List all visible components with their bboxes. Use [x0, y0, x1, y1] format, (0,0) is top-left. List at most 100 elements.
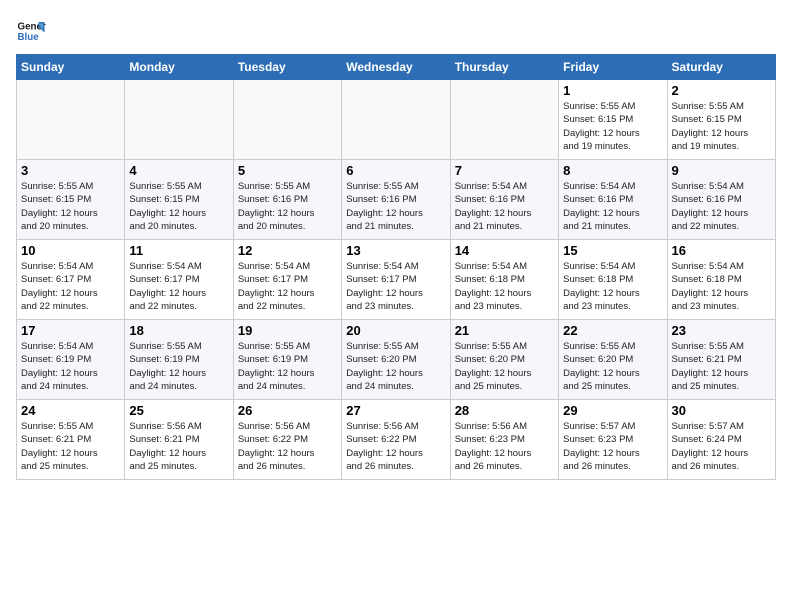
- day-detail: Sunrise: 5:55 AM Sunset: 6:20 PM Dayligh…: [346, 340, 445, 393]
- calendar-cell: 19 Sunrise: 5:55 AM Sunset: 6:19 PM Dayli…: [233, 320, 341, 400]
- calendar-week-row: 10 Sunrise: 5:54 AM Sunset: 6:17 PM Dayli…: [17, 240, 776, 320]
- calendar-cell: 8 Sunrise: 5:54 AM Sunset: 6:16 PM Daylig…: [559, 160, 667, 240]
- calendar-cell: 14Sunrise: 5:54 AM Sunset: 6:18 PM Dayli…: [450, 240, 558, 320]
- day-number: 13: [346, 243, 445, 258]
- day-number: 18: [129, 323, 228, 338]
- calendar-table: SundayMondayTuesdayWednesdayThursdayFrid…: [16, 54, 776, 480]
- day-number: 9: [672, 163, 771, 178]
- day-detail: Sunrise: 5:55 AM Sunset: 6:16 PM Dayligh…: [346, 180, 445, 233]
- day-number: 2: [672, 83, 771, 98]
- calendar-cell: 4 Sunrise: 5:55 AM Sunset: 6:15 PM Daylig…: [125, 160, 233, 240]
- calendar-cell: 23 Sunrise: 5:55 AM Sunset: 6:21 PM Dayli…: [667, 320, 775, 400]
- day-number: 5: [238, 163, 337, 178]
- calendar-cell: 22 Sunrise: 5:55 AM Sunset: 6:20 PM Dayli…: [559, 320, 667, 400]
- day-number: 21: [455, 323, 554, 338]
- day-number: 3: [21, 163, 120, 178]
- day-detail: Sunrise: 5:55 AM Sunset: 6:19 PM Dayligh…: [129, 340, 228, 393]
- day-detail: Sunrise: 5:57 AM Sunset: 6:24 PM Dayligh…: [672, 420, 771, 473]
- day-number: 14: [455, 243, 554, 258]
- day-number: 15: [563, 243, 662, 258]
- day-detail: Sunrise: 5:54 AM Sunset: 6:18 PM Dayligh…: [672, 260, 771, 313]
- calendar-cell: [342, 80, 450, 160]
- day-detail: Sunrise: 5:54 AM Sunset: 6:17 PM Dayligh…: [238, 260, 337, 313]
- calendar-cell: [17, 80, 125, 160]
- page-header: General Blue: [16, 16, 776, 46]
- day-number: 10: [21, 243, 120, 258]
- day-number: 16: [672, 243, 771, 258]
- day-number: 28: [455, 403, 554, 418]
- day-detail: Sunrise: 5:55 AM Sunset: 6:15 PM Dayligh…: [672, 100, 771, 153]
- day-detail: Sunrise: 5:54 AM Sunset: 6:16 PM Dayligh…: [455, 180, 554, 233]
- calendar-week-row: 17Sunrise: 5:54 AM Sunset: 6:19 PM Dayli…: [17, 320, 776, 400]
- calendar-header-row: SundayMondayTuesdayWednesdayThursdayFrid…: [17, 55, 776, 80]
- day-detail: Sunrise: 5:54 AM Sunset: 6:17 PM Dayligh…: [21, 260, 120, 313]
- calendar-week-row: 1 Sunrise: 5:55 AM Sunset: 6:15 PM Daylig…: [17, 80, 776, 160]
- calendar-cell: 27 Sunrise: 5:56 AM Sunset: 6:22 PM Dayli…: [342, 400, 450, 480]
- calendar-week-row: 24 Sunrise: 5:55 AM Sunset: 6:21 PM Dayli…: [17, 400, 776, 480]
- day-number: 24: [21, 403, 120, 418]
- calendar-cell: 15 Sunrise: 5:54 AM Sunset: 6:18 PM Dayli…: [559, 240, 667, 320]
- day-number: 27: [346, 403, 445, 418]
- day-detail: Sunrise: 5:54 AM Sunset: 6:17 PM Dayligh…: [346, 260, 445, 313]
- day-detail: Sunrise: 5:55 AM Sunset: 6:19 PM Dayligh…: [238, 340, 337, 393]
- day-number: 22: [563, 323, 662, 338]
- calendar-cell: 30 Sunrise: 5:57 AM Sunset: 6:24 PM Dayli…: [667, 400, 775, 480]
- calendar-cell: 9Sunrise: 5:54 AM Sunset: 6:16 PM Daylig…: [667, 160, 775, 240]
- svg-text:Blue: Blue: [18, 32, 40, 43]
- day-detail: Sunrise: 5:55 AM Sunset: 6:16 PM Dayligh…: [238, 180, 337, 233]
- day-number: 23: [672, 323, 771, 338]
- day-number: 12: [238, 243, 337, 258]
- calendar-cell: 2 Sunrise: 5:55 AM Sunset: 6:15 PM Daylig…: [667, 80, 775, 160]
- day-detail: Sunrise: 5:56 AM Sunset: 6:22 PM Dayligh…: [238, 420, 337, 473]
- calendar-cell: 7 Sunrise: 5:54 AM Sunset: 6:16 PM Daylig…: [450, 160, 558, 240]
- day-detail: Sunrise: 5:57 AM Sunset: 6:23 PM Dayligh…: [563, 420, 662, 473]
- calendar-cell: 21Sunrise: 5:55 AM Sunset: 6:20 PM Dayli…: [450, 320, 558, 400]
- day-detail: Sunrise: 5:54 AM Sunset: 6:17 PM Dayligh…: [129, 260, 228, 313]
- day-detail: Sunrise: 5:54 AM Sunset: 6:16 PM Dayligh…: [563, 180, 662, 233]
- day-number: 4: [129, 163, 228, 178]
- day-detail: Sunrise: 5:55 AM Sunset: 6:21 PM Dayligh…: [21, 420, 120, 473]
- day-detail: Sunrise: 5:54 AM Sunset: 6:18 PM Dayligh…: [563, 260, 662, 313]
- calendar-cell: 17Sunrise: 5:54 AM Sunset: 6:19 PM Dayli…: [17, 320, 125, 400]
- day-detail: Sunrise: 5:56 AM Sunset: 6:23 PM Dayligh…: [455, 420, 554, 473]
- day-detail: Sunrise: 5:55 AM Sunset: 6:15 PM Dayligh…: [563, 100, 662, 153]
- calendar-cell: 12 Sunrise: 5:54 AM Sunset: 6:17 PM Dayli…: [233, 240, 341, 320]
- day-detail: Sunrise: 5:56 AM Sunset: 6:21 PM Dayligh…: [129, 420, 228, 473]
- calendar-cell: 20Sunrise: 5:55 AM Sunset: 6:20 PM Dayli…: [342, 320, 450, 400]
- calendar-cell: 18 Sunrise: 5:55 AM Sunset: 6:19 PM Dayli…: [125, 320, 233, 400]
- day-detail: Sunrise: 5:56 AM Sunset: 6:22 PM Dayligh…: [346, 420, 445, 473]
- column-header-saturday: Saturday: [667, 55, 775, 80]
- day-number: 6: [346, 163, 445, 178]
- calendar-cell: 29 Sunrise: 5:57 AM Sunset: 6:23 PM Dayli…: [559, 400, 667, 480]
- calendar-cell: 1 Sunrise: 5:55 AM Sunset: 6:15 PM Daylig…: [559, 80, 667, 160]
- logo: General Blue: [16, 16, 46, 46]
- column-header-friday: Friday: [559, 55, 667, 80]
- calendar-cell: [233, 80, 341, 160]
- day-number: 19: [238, 323, 337, 338]
- column-header-sunday: Sunday: [17, 55, 125, 80]
- calendar-cell: [450, 80, 558, 160]
- day-number: 30: [672, 403, 771, 418]
- day-detail: Sunrise: 5:55 AM Sunset: 6:21 PM Dayligh…: [672, 340, 771, 393]
- calendar-cell: 16 Sunrise: 5:54 AM Sunset: 6:18 PM Dayli…: [667, 240, 775, 320]
- calendar-week-row: 3 Sunrise: 5:55 AM Sunset: 6:15 PM Daylig…: [17, 160, 776, 240]
- calendar-cell: 25 Sunrise: 5:56 AM Sunset: 6:21 PM Dayli…: [125, 400, 233, 480]
- calendar-cell: 24 Sunrise: 5:55 AM Sunset: 6:21 PM Dayli…: [17, 400, 125, 480]
- day-detail: Sunrise: 5:55 AM Sunset: 6:15 PM Dayligh…: [129, 180, 228, 233]
- day-number: 11: [129, 243, 228, 258]
- calendar-cell: 28 Sunrise: 5:56 AM Sunset: 6:23 PM Dayli…: [450, 400, 558, 480]
- day-detail: Sunrise: 5:55 AM Sunset: 6:20 PM Dayligh…: [563, 340, 662, 393]
- column-header-monday: Monday: [125, 55, 233, 80]
- day-number: 25: [129, 403, 228, 418]
- calendar-cell: 26 Sunrise: 5:56 AM Sunset: 6:22 PM Dayli…: [233, 400, 341, 480]
- day-number: 29: [563, 403, 662, 418]
- day-number: 26: [238, 403, 337, 418]
- logo-icon: General Blue: [16, 16, 46, 46]
- day-number: 7: [455, 163, 554, 178]
- day-number: 1: [563, 83, 662, 98]
- calendar-cell: 3Sunrise: 5:55 AM Sunset: 6:15 PM Daylig…: [17, 160, 125, 240]
- column-header-tuesday: Tuesday: [233, 55, 341, 80]
- column-header-wednesday: Wednesday: [342, 55, 450, 80]
- day-number: 8: [563, 163, 662, 178]
- calendar-cell: 13 Sunrise: 5:54 AM Sunset: 6:17 PM Dayli…: [342, 240, 450, 320]
